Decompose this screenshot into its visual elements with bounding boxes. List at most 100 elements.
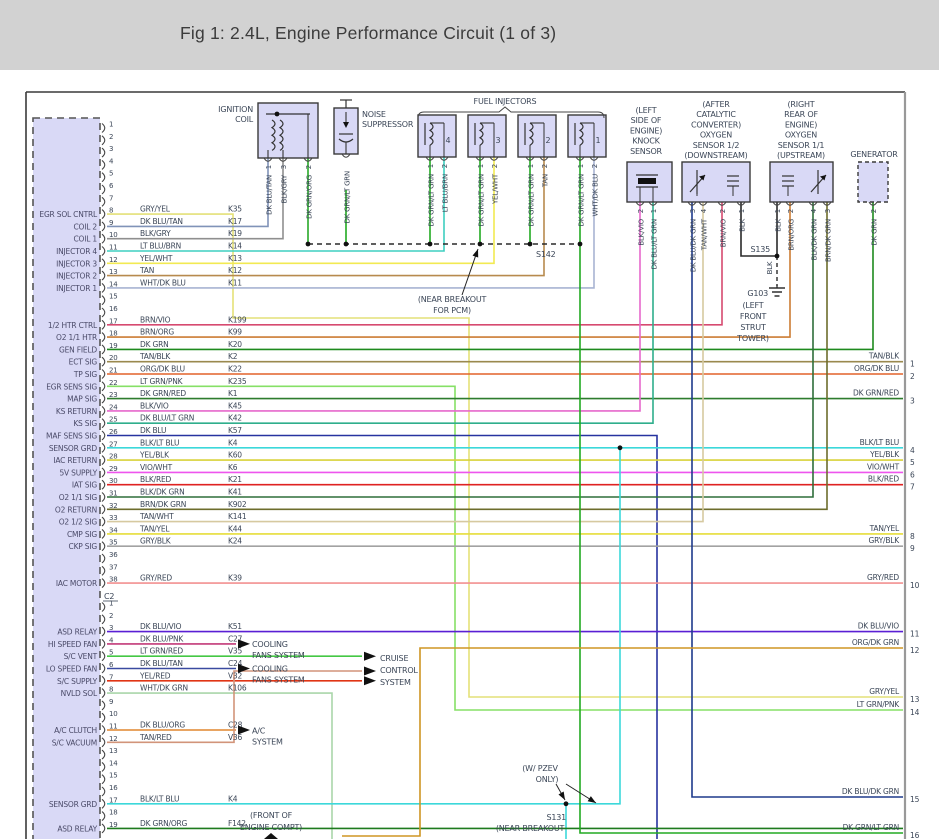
annotation: ONLY) bbox=[536, 775, 559, 784]
component-wire-name: BRN/DK GRN bbox=[825, 219, 833, 262]
wire-wht-dk-grn bbox=[107, 693, 332, 839]
component-pin-number: 3 bbox=[689, 209, 697, 213]
pin-number: 16 bbox=[109, 305, 118, 313]
component-wire-name: BLK/VIO bbox=[638, 218, 646, 245]
component-pin-number: 1 bbox=[527, 164, 535, 168]
splice-dot bbox=[344, 242, 349, 247]
knock-sensor-label: ENGINE) bbox=[630, 126, 662, 135]
pin-number: 12 bbox=[109, 256, 118, 264]
wire-blk-lt-blu bbox=[566, 448, 620, 804]
pin-bracket bbox=[102, 493, 105, 502]
pin-bracket bbox=[102, 247, 105, 256]
pin-number: 10 bbox=[109, 710, 118, 718]
pin-number: 17 bbox=[109, 796, 118, 804]
splice-dot bbox=[578, 242, 583, 247]
wire-name: LT GRN/PNK bbox=[140, 377, 184, 386]
wire-name: YEL/BLK bbox=[139, 451, 170, 460]
pin-bracket bbox=[102, 762, 105, 771]
annotation: (NEAR BREAKOUT bbox=[496, 824, 565, 833]
circuit-code: K2 bbox=[228, 352, 238, 361]
splice-dot bbox=[528, 242, 533, 247]
annotation: SYSTEM bbox=[380, 678, 411, 687]
component-wire-name: BLK bbox=[775, 218, 783, 231]
circuit-code: K24 bbox=[228, 537, 242, 546]
wire-name: GRY/BLK bbox=[140, 537, 172, 546]
o2-sensor-1-1-upstream-label: ENGINE) bbox=[785, 120, 817, 129]
annotation: S142 bbox=[536, 250, 556, 259]
wire-name: DK GRN/RED bbox=[140, 389, 186, 398]
cruise-arrow-2 bbox=[364, 667, 376, 676]
pin-number: 25 bbox=[109, 416, 118, 424]
o2-sensor-1-2-downstream-label: (AFTER bbox=[702, 100, 730, 109]
exit-number: 14 bbox=[910, 708, 920, 717]
cooling-fans-arrow-1 bbox=[238, 639, 250, 648]
annotation: ENGINE COMPT) bbox=[240, 823, 302, 832]
component-wire-name: TAN/WHT bbox=[701, 218, 709, 251]
pin-bracket bbox=[102, 271, 105, 280]
splice-dot bbox=[478, 242, 483, 247]
component-wire-name: LT BLU/BRN bbox=[442, 174, 450, 212]
pin-number: 3 bbox=[109, 145, 113, 153]
exit-number: 10 bbox=[910, 581, 920, 590]
pin-bracket bbox=[102, 185, 105, 194]
circuit-code: K41 bbox=[228, 488, 242, 497]
circuit-code: K6 bbox=[228, 463, 238, 472]
component-wire-name: BLK bbox=[739, 218, 747, 231]
cruise-arrow-3 bbox=[364, 676, 376, 685]
pin-number: 21 bbox=[109, 367, 118, 375]
circuit-code: K60 bbox=[228, 451, 242, 460]
exit-number: 13 bbox=[910, 695, 920, 704]
annotation: FANS SYSTEM bbox=[252, 676, 305, 685]
pin-bracket bbox=[102, 824, 105, 833]
wire-name: DK GRN/ORG bbox=[140, 819, 188, 828]
circuit-code: K12 bbox=[228, 266, 242, 275]
pin-number: 10 bbox=[109, 231, 118, 239]
pin-bracket bbox=[102, 652, 105, 661]
pcm-signal-label: O2 1/1 SIG bbox=[59, 493, 98, 502]
pin-number: 7 bbox=[109, 194, 113, 202]
pcm-signal-label: TP SIG bbox=[73, 370, 97, 379]
o2-sensor-1-1-upstream-label: (UPSTREAM) bbox=[777, 151, 825, 160]
ignition-coil-label: IGNITION bbox=[218, 105, 253, 114]
pin-number: 30 bbox=[109, 477, 118, 485]
exit-number: 5 bbox=[910, 458, 915, 467]
pin-number: 11 bbox=[109, 244, 118, 252]
component-wire-name: DK GRN/LT GRN bbox=[478, 174, 486, 226]
wire-name: BRN/DK GRN bbox=[140, 500, 186, 509]
pin-bracket bbox=[102, 456, 105, 465]
pcm-signal-label: S/C VACUUM bbox=[52, 738, 97, 747]
pcm-signal-label: INJECTOR 2 bbox=[56, 272, 97, 281]
exit-number: 1 bbox=[910, 360, 915, 369]
pin-number: 7 bbox=[109, 673, 113, 681]
splice-dot bbox=[306, 242, 311, 247]
pin-number: 4 bbox=[109, 157, 114, 165]
pin-bracket bbox=[102, 357, 105, 366]
circuit-code: K42 bbox=[228, 414, 242, 423]
wire-name: DK BLU/VIO bbox=[140, 622, 182, 631]
pin-number: 9 bbox=[109, 698, 113, 706]
knock-sensor-label: SIDE OF bbox=[631, 116, 662, 125]
pin-bracket bbox=[102, 197, 105, 206]
pin-number: 9 bbox=[109, 219, 113, 227]
pin-number: 8 bbox=[109, 207, 113, 215]
component-pin-number: 2 bbox=[305, 165, 313, 169]
cruise-arrow-1 bbox=[364, 652, 376, 661]
component-wire-name: DK GRN bbox=[871, 219, 879, 246]
component-pin-number: 1 bbox=[577, 164, 585, 168]
pin-number: 27 bbox=[109, 440, 118, 448]
annotation: (NEAR BREAKOUT bbox=[418, 295, 487, 304]
pcm-signal-label: 1/2 HTR CTRL bbox=[48, 321, 98, 330]
annotation: (W/ PZEV bbox=[522, 764, 558, 773]
o2-sensor-1-2-downstream-label: CATALYTIC bbox=[696, 110, 736, 119]
circuit-code: K39 bbox=[228, 574, 242, 583]
pcm-signal-label: HI SPEED FAN bbox=[48, 640, 97, 649]
wire-name: DK BLU/PNK bbox=[140, 634, 184, 643]
wire-name: TAN/YEL bbox=[139, 524, 170, 533]
wire-name: BLK/GRY bbox=[140, 229, 171, 238]
pin-bracket bbox=[102, 259, 105, 268]
splice-dot bbox=[564, 801, 569, 806]
pcm-signal-label: LO SPEED FAN bbox=[46, 665, 97, 674]
o2-sensor-1-2-downstream-label: SENSOR 1/2 bbox=[693, 141, 740, 150]
piezo-element-icon bbox=[638, 178, 656, 184]
coil-dot bbox=[275, 112, 280, 117]
